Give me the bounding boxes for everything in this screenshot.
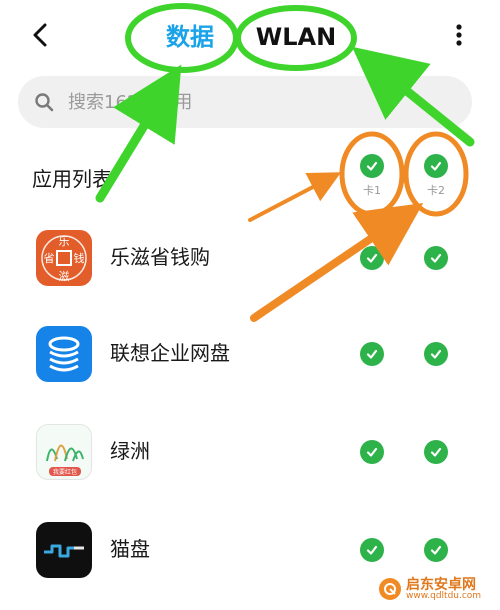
app-row-lenovo-drive[interactable]: 联想企业网盘 — [0, 316, 500, 396]
check-icon — [360, 154, 384, 178]
lezi-icon-char-1: 乐 — [59, 235, 70, 248]
app-row-lezi[interactable]: 乐 省 钱 滋 乐滋省钱购 — [0, 220, 500, 300]
oasis-icon-badge-text: 我要红包 — [53, 468, 77, 476]
sim2-check-icon[interactable] — [424, 246, 448, 270]
maopan-app-icon — [36, 522, 92, 578]
sim2-check-icon[interactable] — [424, 440, 448, 464]
tab-wlan[interactable]: WLAN — [246, 20, 346, 54]
sim1-column-label: 卡1 — [363, 184, 381, 197]
app-row-oasis[interactable]: 我要红包 绿洲 — [0, 414, 500, 494]
app-name: 猫盘 — [110, 537, 150, 561]
sim1-check-icon[interactable] — [360, 342, 384, 366]
app-name: 绿洲 — [110, 439, 150, 463]
back-arrow-icon — [33, 23, 47, 47]
search-bar[interactable] — [18, 76, 472, 128]
more-vertical-icon — [456, 24, 462, 46]
watermark: 启东安卓网 www.qdltdu.com — [378, 574, 496, 604]
lezi-icon-char-2: 省 — [44, 252, 55, 265]
search-icon — [35, 93, 54, 112]
search-input[interactable] — [68, 76, 448, 128]
sim2-column-label: 卡2 — [427, 184, 445, 197]
check-icon — [424, 154, 448, 178]
sim2-check-icon[interactable] — [424, 342, 448, 366]
back-button[interactable] — [26, 20, 56, 50]
sim2-column-toggle[interactable]: 卡2 — [416, 154, 456, 198]
watermark-url: www.qdltdu.com — [406, 591, 482, 601]
annotation-arrow-orange-thin — [248, 172, 342, 222]
sim1-check-icon[interactable] — [360, 246, 384, 270]
tab-data[interactable]: 数据 — [150, 20, 230, 54]
lenovo-drive-app-icon — [36, 326, 92, 382]
sim1-column-toggle[interactable]: 卡1 — [352, 154, 392, 198]
oasis-app-icon: 我要红包 — [36, 424, 92, 480]
sim1-check-icon[interactable] — [360, 538, 384, 562]
app-list-title: 应用列表 — [32, 167, 112, 191]
lezi-icon-char-3: 钱 — [74, 251, 85, 265]
more-button[interactable] — [446, 20, 472, 50]
sim1-check-icon[interactable] — [360, 440, 384, 464]
app-name: 乐滋省钱购 — [110, 245, 210, 269]
lezi-app-icon: 乐 省 钱 滋 — [36, 230, 92, 286]
sim2-check-icon[interactable] — [424, 538, 448, 562]
app-name: 联想企业网盘 — [110, 341, 230, 365]
lezi-icon-char-4: 滋 — [59, 270, 70, 283]
watermark-logo-icon — [379, 578, 401, 600]
